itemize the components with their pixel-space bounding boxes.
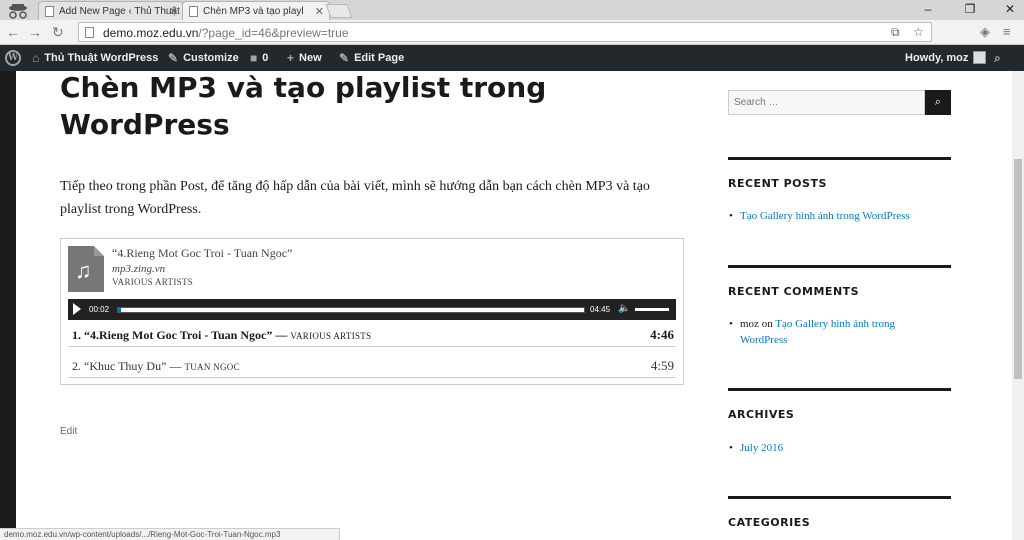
status-bubble: demo.moz.edu.vn/wp-content/uploads/.../R…: [0, 528, 340, 540]
admin-bar-customize[interactable]: ✎ Customize: [168, 51, 239, 65]
admin-bar-new[interactable]: + New: [287, 51, 322, 65]
scrollbar-thumb[interactable]: [1014, 159, 1022, 379]
close-icon[interactable]: ✕: [169, 5, 178, 18]
categories-title: CATEGORIES: [728, 516, 811, 529]
widget-divider: [728, 388, 951, 391]
url-bar[interactable]: demo.moz.edu.vn/?page_id=46&preview=true…: [78, 22, 932, 42]
archive-item[interactable]: • July 2016: [728, 440, 952, 456]
plus-icon: +: [287, 51, 295, 65]
url-text: demo.moz.edu.vn/?page_id=46&preview=true: [103, 26, 349, 40]
tab-title: Chèn MP3 và tạo playl: [203, 6, 304, 17]
recent-post-item[interactable]: • Tạo Gallery hình ảnh trong WordPress: [728, 208, 952, 224]
bookmark-star-icon[interactable]: ☆: [913, 25, 924, 39]
incognito-icon: [9, 4, 27, 19]
admin-bar-site-name[interactable]: ⌂ Thủ Thuật WordPress: [32, 51, 158, 65]
volume-slider[interactable]: [635, 308, 669, 311]
menu-icon[interactable]: ≡: [1003, 24, 1011, 39]
current-time: 00:02: [89, 305, 110, 314]
brush-icon: ✎: [168, 51, 179, 65]
restore-icon[interactable]: ❐: [960, 2, 980, 16]
progress-fill: [118, 308, 122, 312]
close-icon[interactable]: ✕: [315, 5, 324, 18]
forward-icon[interactable]: →: [28, 24, 42, 40]
post-title: Chèn MP3 và tạo playlist trong WordPress: [60, 71, 547, 141]
home-icon: ⌂: [32, 51, 40, 65]
new-tab-button[interactable]: [325, 4, 353, 18]
page-icon: [189, 6, 198, 17]
reload-icon[interactable]: ↻: [52, 24, 64, 41]
admin-bar-comments[interactable]: ■ 0: [250, 51, 268, 65]
playlist-item[interactable]: 1. “4.Rieng Mot Goc Troi - Tuan Ngoc” — …: [68, 323, 676, 347]
admin-bar-search[interactable]: ⌕: [994, 51, 1001, 66]
back-icon[interactable]: ←: [6, 24, 20, 40]
recent-posts-title: RECENT POSTS: [728, 177, 827, 190]
playlist-item[interactable]: 2. “Khuc Thuy Du” — TUAN NGOC 4:59: [68, 354, 676, 378]
sidebar-search: ⌕: [728, 90, 952, 115]
admin-bar-edit-page[interactable]: ✎ Edit Page: [339, 51, 404, 65]
page-viewport: Chèn MP3 và tạo playlist trong WordPress…: [0, 71, 1024, 540]
audio-playlist: ♫ “4.Rieng Mot Goc Troi - Tuan Ngoc” mp3…: [60, 238, 684, 385]
tab-title: Add New Page ‹ Thủ Thuật: [59, 6, 180, 17]
page-info-icon[interactable]: [85, 27, 94, 38]
volume-icon[interactable]: 🔈: [618, 303, 630, 314]
browser-tab-strip: Add New Page ‹ Thủ Thuật ✕ Chèn MP3 và t…: [0, 0, 1024, 20]
search-icon: ⌕: [994, 51, 1001, 65]
page-scrollbar[interactable]: [1012, 71, 1024, 540]
tab-add-new-page[interactable]: Add New Page ‹ Thủ Thuật ✕: [38, 1, 184, 20]
wp-admin-bar: W ⌂ Thủ Thuật WordPress ✎ Customize ■ 0 …: [0, 45, 1024, 71]
translate-icon[interactable]: ⧉: [891, 25, 900, 40]
tab-chen-mp3[interactable]: Chèn MP3 và tạo playl ✕: [182, 1, 330, 20]
page-icon: [45, 6, 54, 17]
widget-divider: [728, 496, 951, 499]
minimize-icon[interactable]: –: [918, 2, 938, 16]
current-track-info: “4.Rieng Mot Goc Troi - Tuan Ngoc” mp3.z…: [112, 246, 292, 287]
widget-divider: [728, 157, 951, 160]
current-track-title: “4.Rieng Mot Goc Troi - Tuan Ngoc”: [112, 246, 293, 260]
current-track-album: mp3.zing.vn: [112, 263, 166, 275]
audio-file-icon: ♫: [68, 246, 104, 292]
extension-icon[interactable]: ◈: [980, 24, 990, 40]
post-intro: Tiếp theo trong phần Post, để tăng độ hấ…: [60, 179, 650, 217]
pencil-icon: ✎: [339, 51, 350, 65]
recent-comments-title: RECENT COMMENTS: [728, 285, 860, 298]
edit-link[interactable]: Edit: [60, 426, 77, 437]
search-input[interactable]: [728, 90, 925, 115]
avatar: [973, 51, 987, 64]
archives-title: ARCHIVES: [728, 408, 795, 421]
recent-comment-item: • moz on Tạo Gallery hình ảnh trong WordP…: [729, 318, 896, 346]
audio-player: 00:02 04:45 🔈: [68, 299, 676, 320]
wordpress-logo-icon[interactable]: W: [5, 50, 21, 66]
search-button[interactable]: ⌕: [925, 90, 951, 115]
window-close-icon[interactable]: ✕: [1000, 2, 1020, 16]
comment-icon: ■: [250, 51, 258, 65]
address-toolbar: ← → ↻ demo.moz.edu.vn/?page_id=46&previe…: [0, 20, 1024, 45]
current-track-artist: VARIOUS ARTISTS: [112, 277, 194, 287]
play-icon[interactable]: [73, 303, 81, 315]
duration: 04:45: [590, 305, 611, 314]
progress-slider[interactable]: [117, 307, 585, 313]
admin-bar-account[interactable]: Howdy, moz: [905, 51, 987, 64]
widget-divider: [728, 265, 951, 268]
site-content: Chèn MP3 và tạo playlist trong WordPress…: [16, 71, 1012, 540]
